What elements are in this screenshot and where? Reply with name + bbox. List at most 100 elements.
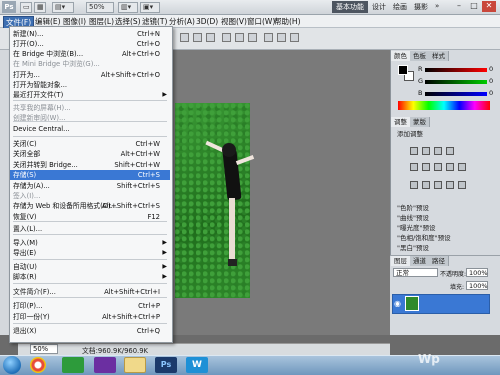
tab-adjustments[interactable]: 调整: [391, 117, 411, 127]
media-player-icon[interactable]: [94, 357, 116, 373]
gradient-map-icon[interactable]: [446, 181, 454, 189]
fill-field[interactable]: 100%: [466, 281, 488, 290]
preset-hue-saturation[interactable]: "色相/饱和度"预设: [397, 233, 482, 243]
preset-black-white[interactable]: "黑白"预设: [397, 243, 482, 253]
distribute-icon[interactable]: [222, 33, 231, 42]
maximize-icon[interactable]: □: [467, 1, 481, 12]
file-menu-item[interactable]: 新建(N)... Ctrl+N: [10, 29, 170, 39]
file-menu-item[interactable]: 导入(M) ▶: [10, 238, 170, 248]
submenu-arrow-icon: ▶: [162, 263, 167, 270]
tab-masks[interactable]: 蒙版: [410, 117, 430, 127]
chrome-icon[interactable]: [30, 357, 46, 373]
align-icon[interactable]: [206, 33, 215, 42]
browser-icon[interactable]: [62, 357, 84, 373]
document-image[interactable]: [175, 103, 250, 298]
hue-saturation-icon[interactable]: [422, 163, 430, 171]
photoshop-taskbar-icon[interactable]: Ps: [155, 357, 177, 373]
workspace-essentials-button[interactable]: 基本功能: [332, 1, 368, 13]
threshold-icon[interactable]: [434, 181, 442, 189]
file-menu-item[interactable]: 打印一份(Y) Alt+Shift+Ctrl+P: [10, 312, 170, 322]
file-menu-item[interactable]: 存储为 Web 和设备所用格式(D)... Alt+Shift+Ctrl+S: [10, 201, 170, 211]
view-extras-button[interactable]: ▤▾: [52, 2, 74, 13]
tab-channels[interactable]: 通道: [410, 256, 430, 266]
distribute-icon[interactable]: [290, 33, 299, 42]
color-balance-icon[interactable]: [434, 163, 442, 171]
file-menu-item[interactable]: 关闭全部 Alt+Ctrl+W: [10, 149, 170, 159]
opacity-field[interactable]: 100%: [466, 268, 488, 277]
curves-icon[interactable]: [434, 147, 442, 155]
brightness-icon[interactable]: [410, 147, 418, 155]
distribute-icon[interactable]: [277, 33, 286, 42]
arrange-docs-button[interactable]: ▥▾: [118, 2, 138, 13]
minibridge-button[interactable]: ▦: [34, 2, 46, 13]
file-menu-item[interactable]: 自动(U) ▶: [10, 262, 170, 272]
tab-swatches[interactable]: 色板: [410, 51, 430, 61]
document-size-info[interactable]: 文档:960.9K/960.9K: [82, 345, 148, 355]
folder-icon[interactable]: [124, 357, 146, 373]
green-slider[interactable]: [425, 80, 487, 84]
file-menu-item[interactable]: 退出(X) Ctrl+Q: [10, 326, 170, 336]
align-icon[interactable]: [180, 33, 189, 42]
file-menu-item[interactable]: 在 Bridge 中浏览(B)... Alt+Ctrl+O: [10, 49, 170, 59]
distribute-icon[interactable]: [248, 33, 257, 42]
minimize-icon[interactable]: –: [452, 1, 466, 12]
file-menu-item[interactable]: 恢复(V) F12: [10, 212, 170, 222]
red-slider[interactable]: [425, 68, 487, 72]
file-menu-item[interactable]: 置入(L)...: [10, 224, 170, 234]
tab-paths[interactable]: 路径: [429, 256, 449, 266]
workspace-design[interactable]: 设计: [372, 2, 386, 12]
vibrance-icon[interactable]: [410, 163, 418, 171]
bridge-button[interactable]: ▭: [20, 2, 32, 13]
distribute-icon[interactable]: [235, 33, 244, 42]
photo-filter-icon[interactable]: [458, 163, 466, 171]
blend-mode-select[interactable]: 正常: [393, 268, 438, 277]
posterize-icon[interactable]: [422, 181, 430, 189]
close-icon[interactable]: ✕: [482, 1, 496, 12]
tab-styles[interactable]: 样式: [429, 51, 449, 61]
menu-help[interactable]: 帮助(H): [272, 16, 303, 27]
file-menu-item[interactable]: 关闭(C) Ctrl+W: [10, 139, 170, 149]
red-value[interactable]: 0: [489, 65, 493, 73]
file-menu-item[interactable]: 打开(O)... Ctrl+O: [10, 39, 170, 49]
file-menu-item[interactable]: 文件简介(F)... Alt+Shift+Ctrl+I: [10, 287, 170, 297]
blue-slider[interactable]: [425, 92, 487, 96]
file-menu-item[interactable]: 最近打开文件(T) ▶: [10, 90, 170, 100]
black-white-icon[interactable]: [446, 163, 454, 171]
menu-separator: [13, 259, 167, 260]
menu-3d[interactable]: 3D(D): [194, 16, 220, 27]
workspace-more-icon[interactable]: »: [435, 2, 439, 10]
workspace-photography[interactable]: 摄影: [414, 2, 428, 12]
exposure-icon[interactable]: [446, 147, 454, 155]
file-menu-item[interactable]: 存储为(A)... Shift+Ctrl+S: [10, 181, 170, 191]
file-menu-item[interactable]: 导出(E) ▶: [10, 248, 170, 258]
file-menu-item[interactable]: 关闭并转到 Bridge... Shift+Ctrl+W: [10, 160, 170, 170]
file-menu-item[interactable]: 打开为智能对象...: [10, 80, 170, 90]
eye-icon[interactable]: ◉: [394, 299, 401, 308]
blue-value[interactable]: 0: [489, 89, 493, 97]
foreground-color-swatch[interactable]: [398, 65, 408, 75]
align-icon[interactable]: [193, 33, 202, 42]
workspace-painting[interactable]: 绘画: [393, 2, 407, 12]
distribute-icon[interactable]: [264, 33, 273, 42]
file-menu-item[interactable]: 打印(P)... Ctrl+P: [10, 301, 170, 311]
levels-icon[interactable]: [422, 147, 430, 155]
screen-mode-button[interactable]: ▣▾: [140, 2, 160, 13]
file-menu-item[interactable]: 存储(S) Ctrl+S: [10, 170, 170, 180]
selective-color-icon[interactable]: [458, 181, 466, 189]
file-menu-item[interactable]: 打开为... Alt+Shift+Ctrl+O: [10, 70, 170, 80]
menu-item-label: 创建新审阅(W)...: [13, 114, 66, 122]
preset-exposure[interactable]: "曝光度"预设: [397, 223, 482, 233]
preset-levels[interactable]: "色阶"预设: [397, 203, 482, 213]
zoom-select[interactable]: 50%: [86, 2, 114, 13]
w-app-taskbar-icon[interactable]: W: [186, 357, 208, 373]
start-button[interactable]: [3, 356, 21, 374]
color-spectrum[interactable]: [398, 101, 490, 110]
tab-layers[interactable]: 图层: [391, 256, 411, 266]
green-value[interactable]: 0: [489, 77, 493, 85]
file-menu-item[interactable]: Device Central...: [10, 124, 170, 134]
invert-icon[interactable]: [410, 181, 418, 189]
file-menu-item[interactable]: 脚本(R) ▶: [10, 272, 170, 282]
preset-curves[interactable]: "曲线"预设: [397, 213, 482, 223]
tab-color[interactable]: 颜色: [391, 51, 411, 61]
zoom-field[interactable]: 50%: [30, 344, 58, 354]
